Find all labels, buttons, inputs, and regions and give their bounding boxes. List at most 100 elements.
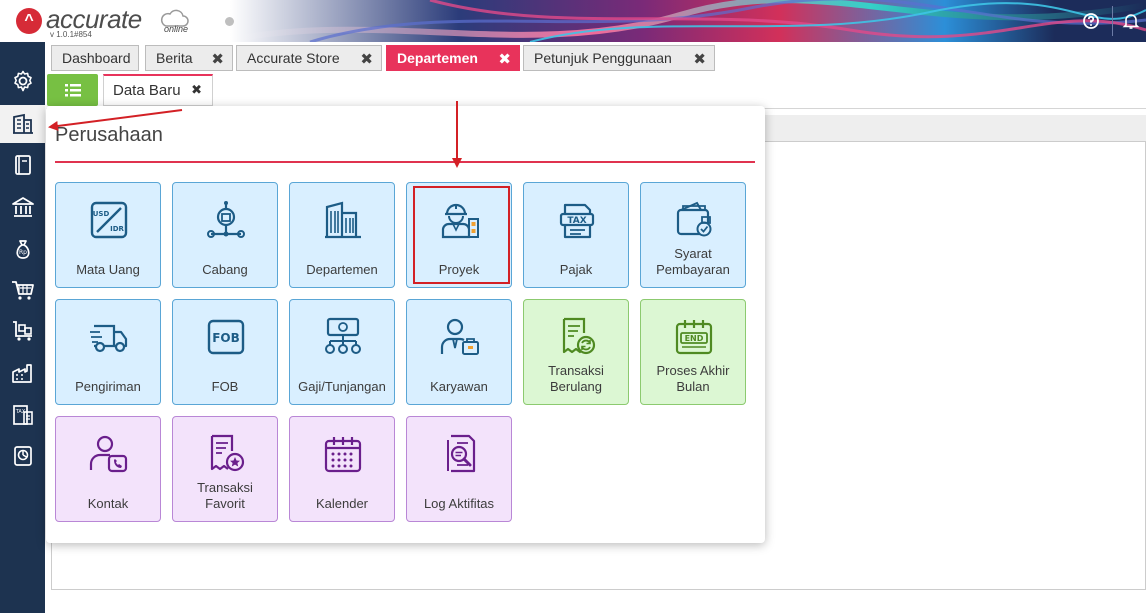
tile-label: Mata Uang — [76, 262, 140, 277]
header-decoration — [230, 0, 1146, 42]
tab-label: Dashboard — [62, 50, 131, 66]
tile-label: Syarat Pembayaran — [656, 246, 730, 277]
currency-exchange-icon: USDIDR — [90, 201, 128, 239]
tab-dashboard[interactable]: Dashboard — [51, 45, 139, 71]
branch-network-icon — [207, 201, 245, 238]
delivery-truck-icon — [90, 324, 128, 353]
sidebar-item-bank[interactable] — [0, 188, 45, 226]
tile-pengiriman[interactable]: Pengiriman — [55, 299, 161, 405]
factory-icon — [11, 364, 32, 383]
building-icon — [325, 201, 361, 239]
tile-cabang[interactable]: Cabang — [172, 182, 278, 288]
tab-petunjuk-penggunaan[interactable]: Petunjuk Penggunaan ✖ — [523, 45, 715, 71]
subtab-data-baru[interactable]: Data Baru ✖ — [103, 74, 213, 106]
tax-report-icon: TAX — [12, 405, 33, 425]
popup-divider — [55, 161, 755, 163]
tab-accurate-store[interactable]: Accurate Store ✖ — [236, 45, 382, 71]
sidebar-item-sales[interactable] — [0, 271, 45, 309]
tile-label: Transaksi Berulang — [548, 363, 604, 394]
fob-icon: FOB — [207, 319, 245, 355]
sidebar-item-purchase[interactable] — [0, 312, 45, 350]
tax-document-icon: TAX — [559, 203, 595, 239]
dashboard-report-icon — [13, 446, 32, 466]
tile-label: Log Aktifitas — [423, 496, 495, 511]
tile-kalender[interactable]: Kalender — [289, 416, 395, 522]
wallet-check-icon — [676, 201, 712, 237]
tile-pajak[interactable]: TAX Pajak — [523, 182, 629, 288]
tab-label: Petunjuk Penggunaan — [534, 50, 672, 66]
tile-proses-akhir-bulan[interactable]: END Proses Akhir Bulan — [640, 299, 746, 405]
popup-title: Perusahaan — [55, 124, 163, 146]
book-icon — [14, 155, 31, 175]
end-calendar-icon: END — [675, 320, 713, 355]
tile-log-aktifitas[interactable]: Log Aktifitas — [406, 416, 512, 522]
tile-transaksi-favorit[interactable]: Transaksi Favorit — [172, 416, 278, 522]
employee-icon — [440, 318, 479, 355]
money-bag-icon: Rp — [15, 240, 30, 259]
tile-departemen[interactable]: Departemen — [289, 182, 395, 288]
proyek-highlight-box — [413, 186, 510, 284]
tile-label: Proses Akhir Bulan — [656, 363, 730, 394]
tab-label: Berita — [156, 50, 193, 66]
sidebar-item-reports[interactable] — [0, 437, 45, 475]
sidebar-item-inventory[interactable] — [0, 354, 45, 392]
tile-fob[interactable]: FOB FOB — [172, 299, 278, 405]
tab-departemen[interactable]: Departemen ✖ — [386, 45, 520, 71]
gear-icon — [13, 70, 32, 92]
close-icon[interactable]: ✖ — [360, 50, 373, 68]
sidebar-item-settings[interactable] — [0, 62, 45, 100]
main-sidebar: Rp TAX — [0, 42, 45, 613]
recurring-transaction-icon — [562, 317, 596, 355]
svg-text:TAX: TAX — [14, 409, 25, 415]
sub-tab-bar: Data Baru ✖ — [46, 72, 1146, 109]
logo-suffix: online — [164, 24, 189, 34]
tile-label: Pengiriman — [75, 379, 141, 394]
bank-icon — [11, 197, 34, 217]
inventory-cart-icon — [12, 321, 32, 341]
logo-mark-icon: ^ — [16, 8, 42, 34]
help-icon[interactable] — [1074, 0, 1108, 42]
svg-text:Rp: Rp — [19, 249, 27, 256]
tile-label: Kalender — [315, 496, 369, 511]
app-version: v 1.0.1#854 — [50, 30, 92, 39]
tile-label: Departemen — [306, 262, 378, 277]
tab-label: Accurate Store — [247, 50, 340, 66]
tile-label: Karyawan — [430, 379, 488, 394]
salary-tree-icon — [325, 317, 361, 354]
company-menu-popup: Perusahaan USD IDR Mata Uang Cabang Depar… — [46, 106, 765, 543]
sidebar-item-tax[interactable]: TAX — [0, 396, 45, 434]
activity-log-icon — [447, 434, 476, 473]
tab-label: Departemen — [397, 50, 478, 66]
top-bar: ^ accurate v 1.0.1#854 online — [0, 0, 1146, 42]
svg-text:TAX: TAX — [567, 216, 586, 226]
contact-phone-icon — [89, 435, 128, 473]
svg-text:FOB: FOB — [212, 331, 240, 345]
svg-text:USD: USD — [93, 210, 110, 218]
close-icon[interactable]: ✖ — [693, 50, 706, 68]
tile-kontak[interactable]: Kontak — [55, 416, 161, 522]
sidebar-item-company[interactable] — [0, 105, 45, 143]
favorite-receipt-icon — [210, 434, 245, 472]
tile-mata-uang[interactable]: USD IDR Mata Uang — [55, 182, 161, 288]
list-icon — [64, 84, 81, 97]
close-icon[interactable]: ✖ — [211, 50, 224, 68]
close-icon[interactable]: ✖ — [498, 50, 511, 68]
tile-label: Cabang — [202, 262, 248, 277]
tile-gaji-tunjangan[interactable]: Gaji/Tunjangan — [289, 299, 395, 405]
tile-transaksi-berulang[interactable]: Transaksi Berulang — [523, 299, 629, 405]
calendar-icon — [324, 437, 362, 473]
company-building-icon — [12, 113, 33, 134]
list-menu-button[interactable] — [47, 74, 98, 106]
tile-karyawan[interactable]: Karyawan — [406, 299, 512, 405]
sidebar-item-sales-payment[interactable]: Rp — [0, 230, 45, 268]
tile-label: Transaksi Favorit — [197, 480, 253, 511]
status-dot — [225, 17, 234, 26]
svg-text:END: END — [685, 334, 704, 343]
tile-syarat-pembayaran[interactable]: Syarat Pembayaran — [640, 182, 746, 288]
tab-berita[interactable]: Berita ✖ — [145, 45, 233, 71]
sidebar-item-ledger[interactable] — [0, 146, 45, 184]
close-icon[interactable]: ✖ — [191, 82, 202, 98]
svg-text:IDR: IDR — [110, 225, 124, 233]
tile-label: Kontak — [87, 496, 129, 511]
notification-bell-icon[interactable] — [1114, 0, 1146, 42]
